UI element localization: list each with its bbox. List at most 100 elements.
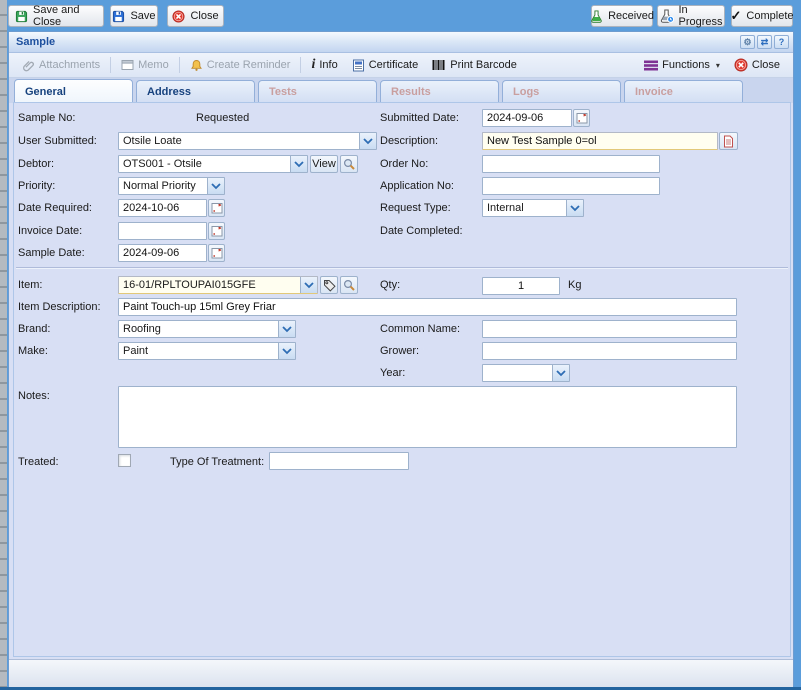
make-label: Make:: [18, 345, 48, 357]
chevron-down-icon: [304, 281, 314, 289]
make-value: Paint: [119, 343, 278, 359]
treated-checkbox[interactable]: [118, 454, 131, 467]
dropdown-button[interactable]: [290, 156, 307, 172]
year-label: Year:: [380, 367, 405, 379]
search-icon: [343, 158, 355, 170]
order-no-field[interactable]: [482, 155, 660, 173]
save-label: Save: [130, 10, 155, 22]
request-type-combo[interactable]: Internal: [482, 199, 584, 217]
grower-field[interactable]: [482, 342, 737, 360]
search-icon: [343, 279, 355, 291]
print-barcode-button[interactable]: Print Barcode: [425, 56, 524, 74]
common-name-field[interactable]: [482, 320, 737, 338]
item-combo[interactable]: 16-01/RPLTOUPAI015GFE: [118, 276, 318, 294]
dropdown-button[interactable]: [552, 365, 569, 381]
year-combo[interactable]: [482, 364, 570, 382]
priority-combo[interactable]: Normal Priority: [118, 177, 225, 195]
barcode-icon: [432, 59, 446, 71]
submitted-date-field[interactable]: [482, 109, 572, 127]
dialog-title: Sample: [16, 36, 738, 48]
description-note-button[interactable]: [719, 132, 738, 150]
tab-label: Address: [147, 86, 191, 98]
dropdown-button[interactable]: [207, 178, 224, 194]
brand-combo[interactable]: Roofing: [118, 320, 296, 338]
help-button[interactable]: ?: [774, 35, 789, 49]
close-circle-icon: [734, 58, 748, 72]
dropdown-button[interactable]: [278, 321, 295, 337]
save-button[interactable]: Save: [110, 5, 158, 27]
user-submitted-combo[interactable]: Otsile Loate: [118, 132, 377, 150]
date-completed-label: Date Completed:: [380, 225, 463, 237]
calendar-icon: [576, 112, 588, 124]
make-combo[interactable]: Paint: [118, 342, 296, 360]
document-icon: [723, 135, 734, 148]
refresh-button[interactable]: ⇄: [757, 35, 772, 49]
sample-date-field[interactable]: [118, 244, 207, 262]
description-label: Description:: [380, 135, 438, 147]
qty-field[interactable]: [482, 277, 560, 295]
refresh-icon: ⇄: [761, 37, 769, 48]
submitted-date-calendar-button[interactable]: [573, 109, 590, 127]
item-search-button[interactable]: [340, 276, 358, 294]
tab-address[interactable]: Address: [136, 80, 255, 103]
date-required-calendar-button[interactable]: [208, 199, 225, 217]
toolbar-separator: [300, 57, 301, 73]
application-no-label: Application No:: [380, 180, 454, 192]
save-and-close-button[interactable]: Save and Close: [8, 5, 104, 27]
notes-label: Notes:: [18, 390, 50, 402]
sample-date-calendar-button[interactable]: [208, 244, 225, 262]
tab-results: Results: [380, 80, 499, 103]
debtor-search-button[interactable]: [340, 155, 358, 173]
create-reminder-label: Create Reminder: [207, 59, 291, 71]
close-toolbar-button[interactable]: Close: [727, 55, 787, 75]
close-circle-icon: [172, 10, 185, 23]
question-icon: ?: [779, 37, 785, 47]
chevron-down-icon: [282, 325, 292, 333]
functions-menu-button[interactable]: Functions ▾: [637, 56, 727, 74]
in-progress-button[interactable]: In Progress: [657, 5, 725, 27]
chevron-down-icon: [363, 137, 373, 145]
invoice-date-label: Invoice Date:: [18, 225, 82, 237]
tab-general[interactable]: General: [14, 79, 133, 103]
flask-icon: [590, 10, 603, 23]
dropdown-button[interactable]: [359, 133, 376, 149]
settings-button[interactable]: ⚙: [740, 35, 755, 49]
description-field[interactable]: [482, 132, 718, 150]
received-button[interactable]: Received: [591, 5, 653, 27]
type-of-treatment-field[interactable]: [269, 452, 409, 470]
close-button[interactable]: Close: [167, 5, 224, 27]
dialog-titlebar: Sample ⚙ ⇄ ?: [9, 32, 793, 53]
create-reminder-button[interactable]: Create Reminder: [183, 56, 298, 75]
close-label: Close: [752, 59, 780, 71]
type-of-treatment-label: Type Of Treatment:: [170, 456, 264, 468]
memo-button[interactable]: Memo: [114, 56, 176, 74]
received-label: Received: [608, 10, 654, 22]
dropdown-button[interactable]: [300, 277, 317, 293]
paperclip-icon: [22, 59, 35, 72]
date-required-field[interactable]: [118, 199, 207, 217]
certificate-button[interactable]: Certificate: [345, 56, 426, 75]
attachments-button[interactable]: Attachments: [15, 56, 107, 75]
dropdown-button[interactable]: [278, 343, 295, 359]
user-submitted-value: Otsile Loate: [119, 133, 359, 149]
certificate-icon: [352, 59, 365, 72]
item-tag-button[interactable]: [320, 276, 338, 294]
item-value: 16-01/RPLTOUPAI015GFE: [119, 277, 300, 293]
tab-label: Results: [391, 86, 431, 98]
application-no-field[interactable]: [482, 177, 660, 195]
notes-textarea[interactable]: [118, 386, 737, 448]
attachments-label: Attachments: [39, 59, 100, 71]
calendar-icon: [211, 247, 223, 259]
tab-tests: Tests: [258, 80, 377, 103]
debtor-combo[interactable]: OTS001 - Otsile: [118, 155, 308, 173]
dropdown-button[interactable]: [566, 200, 583, 216]
debtor-view-button[interactable]: View: [310, 155, 338, 173]
invoice-date-calendar-button[interactable]: [208, 222, 225, 240]
info-icon: i: [311, 57, 315, 73]
date-required-label: Date Required:: [18, 202, 92, 214]
invoice-date-field[interactable]: [118, 222, 207, 240]
memo-label: Memo: [138, 59, 169, 71]
complete-button[interactable]: ✓ Complete: [731, 5, 793, 27]
info-button[interactable]: i Info: [304, 54, 344, 76]
item-description-field[interactable]: [118, 298, 737, 316]
